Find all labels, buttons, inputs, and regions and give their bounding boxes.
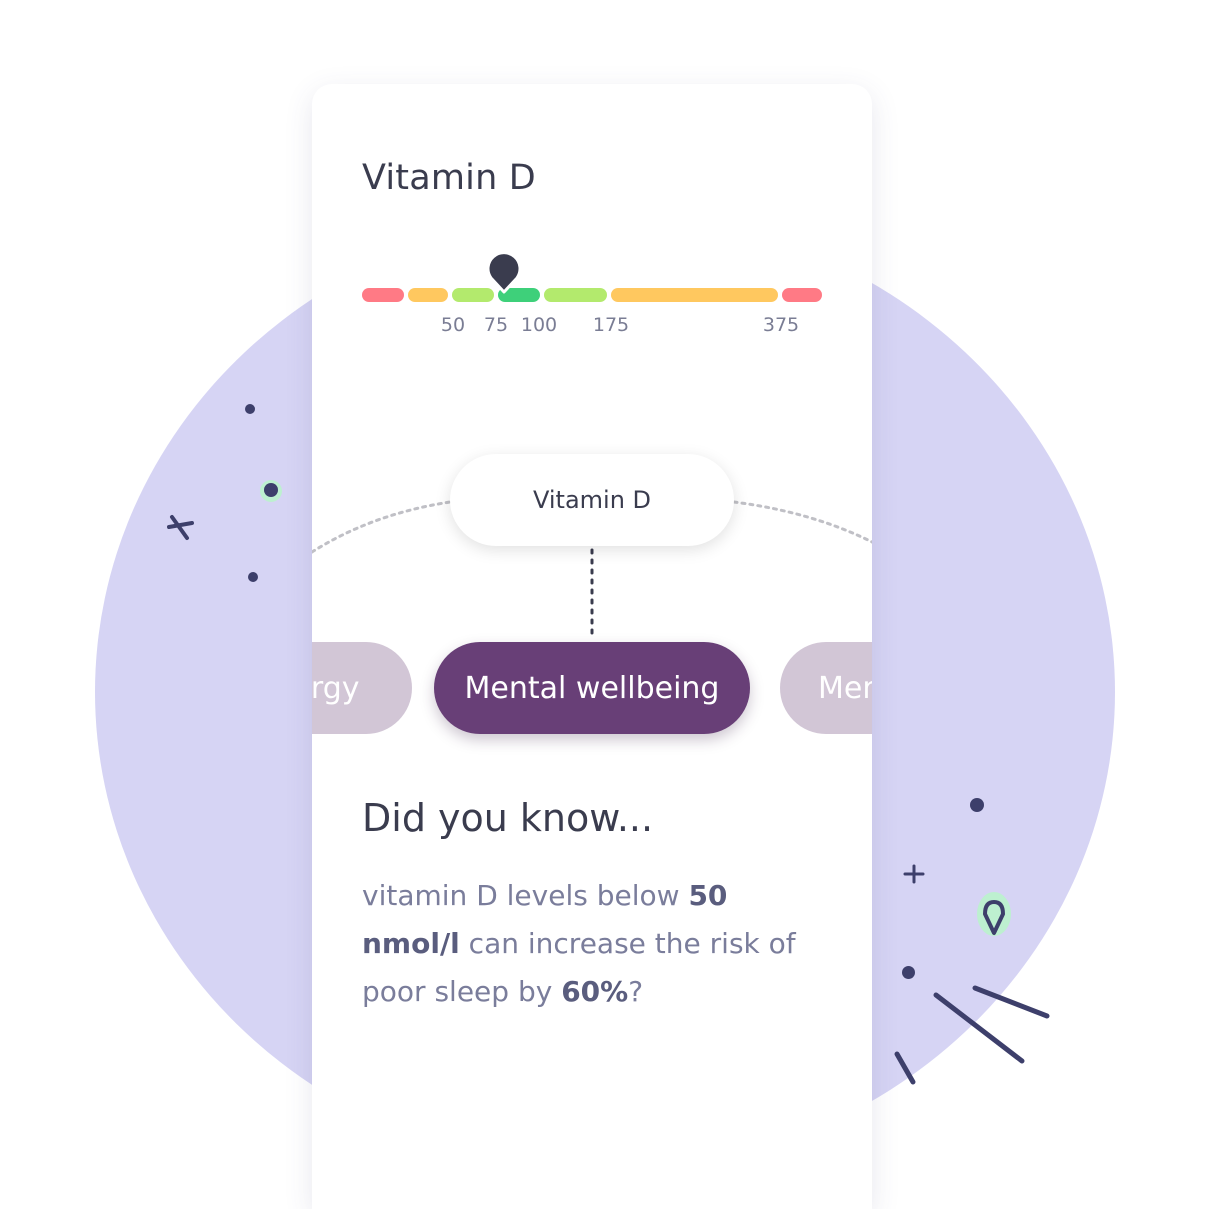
biomarker-title: Vitamin D [362,158,536,198]
decor-dot [264,483,278,497]
range-segment-high-green [544,288,607,302]
category-pill-next[interactable]: Mental [780,642,872,734]
category-pill-label: Mental [818,670,872,706]
range-segment-high-red [782,288,822,302]
category-pill-label: Mental wellbeing [464,670,720,706]
range-segment-low-red [362,288,404,302]
range-tick: 50 [440,314,466,336]
decor-dot [245,404,255,414]
range-tick: 100 [520,314,558,336]
fact-text: vitamin D levels below [362,879,689,912]
sparkle-plus-icon [903,864,925,884]
category-pill-label: Energy [312,670,360,706]
location-pin-icon [977,892,1011,936]
category-pill-mental-wellbeing[interactable]: Mental wellbeing [434,642,750,734]
sparkle-lines-icon [894,985,1050,1085]
decor-dot [248,572,258,582]
biomarker-card: Vitamin D 50 75 100 175 375 Vitamin D En… [312,84,872,1209]
decor-dot [902,966,915,979]
sparkle-cross-icon [167,515,194,540]
range-tick: 375 [762,314,800,336]
range-segment-low-orange [408,288,448,302]
decor-dot [970,798,984,812]
category-pill-energy[interactable]: Energy [312,642,412,734]
range-tick: 75 [483,314,509,336]
range-tick: 175 [592,314,630,336]
range-segment-high-orange [611,288,778,302]
did-you-know-title: Did you know... [362,796,654,840]
fact-text: ? [628,975,644,1008]
biomarker-hub: Vitamin D [450,454,734,546]
range-bar: 50 75 100 175 375 [362,252,822,336]
fact-highlight: 60% [561,975,629,1008]
did-you-know-text: vitamin D levels below 50 nmol/l can inc… [362,872,832,1016]
value-marker-icon [486,252,522,294]
